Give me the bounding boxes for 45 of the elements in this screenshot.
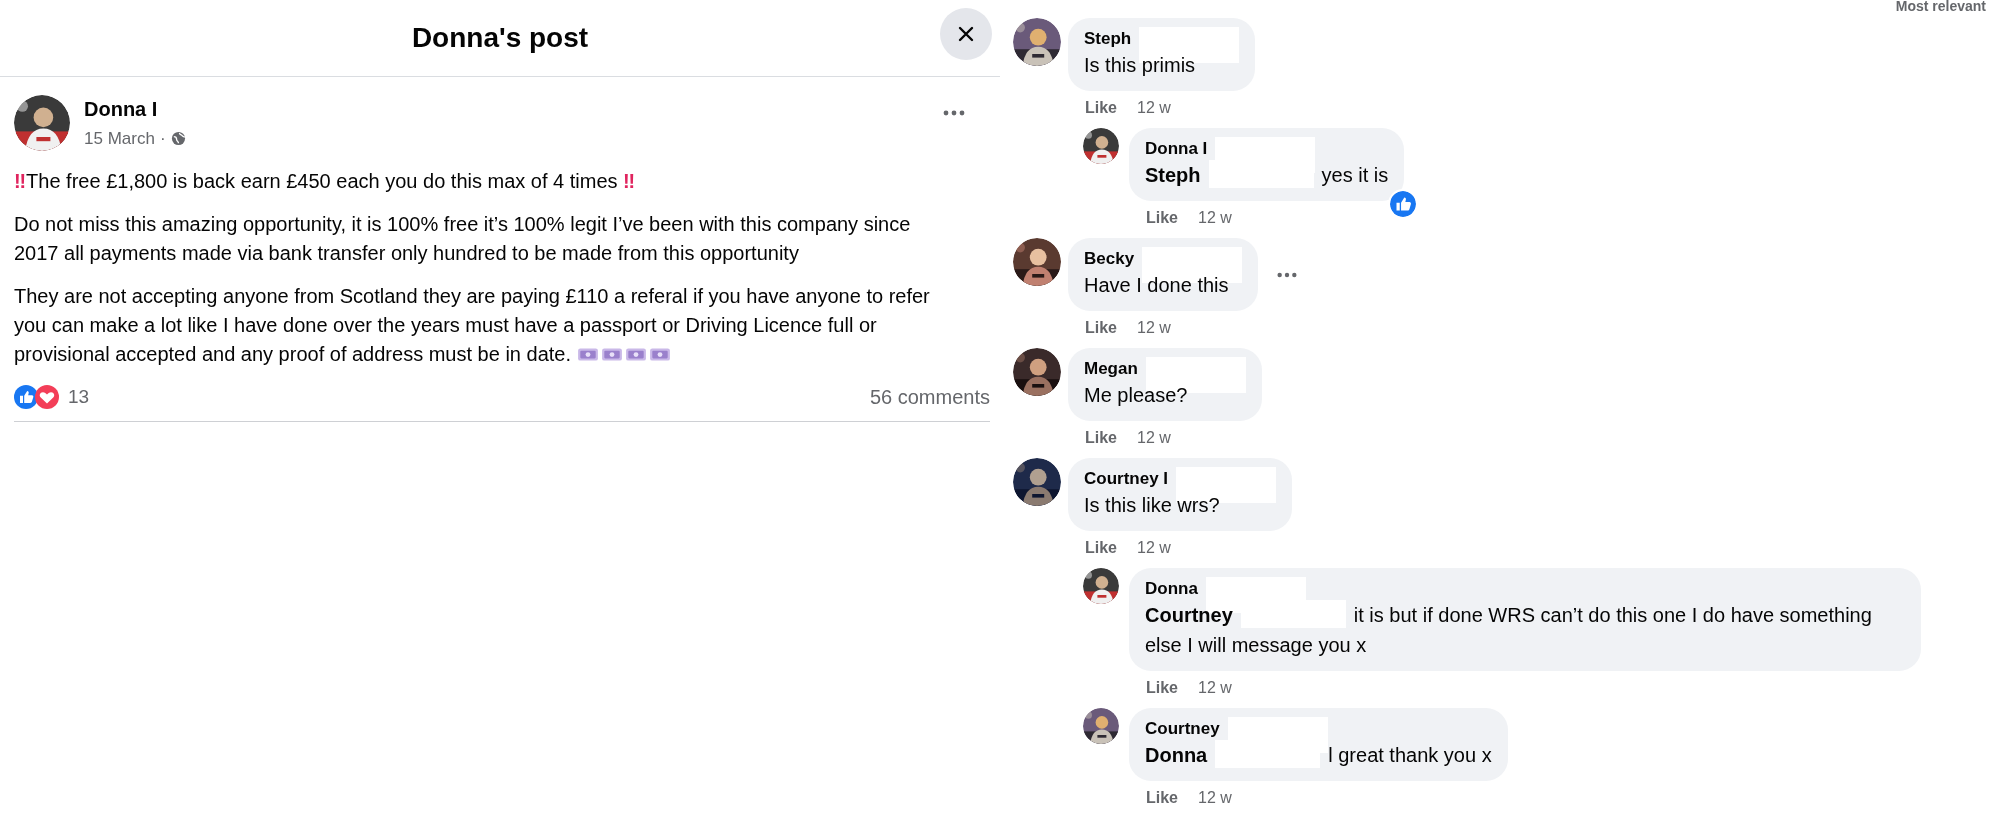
comment-time[interactable]: 12 w [1198, 209, 1232, 227]
comment-time[interactable]: 12 w [1137, 99, 1171, 117]
comment-time[interactable]: 12 w [1137, 539, 1171, 557]
commenter-name[interactable]: Megan [1084, 359, 1138, 379]
like-link[interactable]: Like [1085, 319, 1117, 337]
comment-text: Steph yes it is [1145, 160, 1389, 190]
like-link[interactable]: Like [1085, 429, 1117, 447]
author-name[interactable]: Donna I [84, 97, 928, 121]
post-date[interactable]: 15 March [84, 128, 155, 149]
commenter-name[interactable]: Courtney I [1084, 469, 1169, 489]
comment-time[interactable]: 12 w [1198, 789, 1232, 807]
comment-time[interactable]: 12 w [1137, 429, 1171, 447]
comment-text: Me please? [1084, 383, 1189, 408]
post-text: ‼The free £1,800 is back earn £450 each you do this max of 4 times ‼ [14, 169, 637, 194]
commenter-name[interactable]: Donna [1145, 579, 1198, 599]
like-link[interactable]: Like [1146, 209, 1178, 227]
commenter-name[interactable]: Courtney [1145, 719, 1220, 739]
reaction-count[interactable]: 13 [68, 386, 90, 408]
like-icon[interactable] [1388, 189, 1419, 219]
more-icon[interactable] [1276, 271, 1299, 278]
like-link[interactable]: Like [1146, 789, 1178, 807]
separator-dot: · [159, 128, 166, 149]
comment-text: Have I done this [1084, 273, 1230, 298]
close-icon[interactable] [956, 24, 976, 44]
comment-text: Courtney it is but if done WRS can’t do this one I do have something else I will message you x [1145, 600, 1905, 660]
dialog-title: Donna's post [411, 22, 589, 54]
more-icon[interactable] [942, 110, 966, 116]
like-link[interactable]: Like [1085, 99, 1117, 117]
like-link[interactable]: Like [1085, 539, 1117, 557]
globe-icon [170, 131, 186, 146]
commenter-name[interactable]: Steph [1084, 29, 1132, 49]
comment-text: Is this primis [1084, 53, 1197, 78]
commenter-name[interactable]: Donna I [1145, 139, 1208, 159]
close-button[interactable] [940, 8, 992, 60]
comment-count[interactable]: 56 comments [869, 385, 990, 409]
like-icon[interactable] [14, 385, 38, 409]
post-text: They are not accepting anyone from Scotland they are paying £110 a referal if you have anyone to refer you can make a lot like I have done over the years must have a passport or Driving Licence full or provisional accepted and any proof of address must be in date. [14, 284, 931, 367]
comment-time[interactable]: 12 w [1137, 319, 1171, 337]
sort-label[interactable]: Most relevant [1895, 0, 1986, 14]
post-text: Do not miss this amazing opportunity, it is 100% free it’s 100% legit I’ve been with this company since 2017 all payments made via bank transfer only hundred to be made from this opportunity [14, 212, 912, 266]
comment-text: Donna l great thank you x [1145, 740, 1492, 770]
commenter-name[interactable]: Becky [1084, 249, 1135, 269]
comment-time[interactable]: 12 w [1198, 679, 1232, 697]
comment-text: Is this like wrs? [1084, 493, 1221, 518]
like-link[interactable]: Like [1146, 679, 1178, 697]
